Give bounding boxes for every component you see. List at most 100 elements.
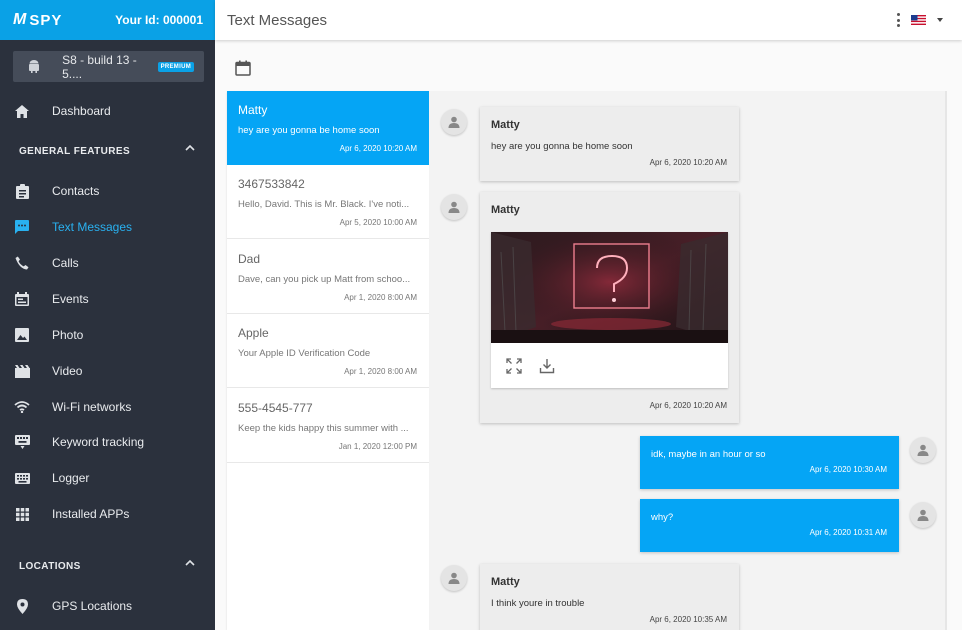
message-time: Apr 6, 2020 10:20 AM (649, 401, 727, 410)
sidebar-item-contacts[interactable]: Contacts (0, 173, 215, 209)
top-bar: Text Messages (215, 0, 962, 40)
sidebar-item-label: Keyword tracking (52, 435, 145, 449)
sidebar-item-label: Contacts (52, 184, 100, 198)
sidebar-item-label: GPS Locations (52, 599, 133, 613)
sidebar-item-calls[interactable]: Calls (0, 245, 215, 281)
message-time: Apr 6, 2020 10:20 AM (649, 158, 727, 167)
message-icon (14, 219, 30, 235)
logo-mark: M (13, 11, 28, 28)
sidebar-item-dashboard[interactable]: Dashboard (0, 93, 215, 129)
conversation-preview: Keep the kids happy this summer with ... (238, 423, 409, 434)
message-sender: Matty (491, 119, 520, 131)
more-options-icon[interactable] (896, 13, 900, 27)
home-icon (14, 103, 30, 119)
chevron-up-icon (185, 144, 195, 155)
message-text: idk, maybe in an hour or so (651, 449, 766, 460)
sidebar-item-installed-apps[interactable]: Installed APPs (0, 496, 215, 532)
conversation-preview: Your Apple ID Verification Code (238, 348, 371, 359)
message-text: hey are you gonna be home soon (491, 141, 633, 152)
conversation-name: Apple (238, 326, 269, 340)
sidebar: M SPY Your Id: 000001 S8 - build 13 - 5.… (0, 0, 215, 630)
conversation-name: Dad (238, 252, 261, 266)
message-bubble-incoming: Matty Apr 6, 2020 10:20 AM (480, 192, 739, 423)
chat-scrollbar[interactable] (945, 91, 947, 630)
conversation-item[interactable]: Apple Your Apple ID Verification Code Ap… (227, 314, 429, 388)
device-name: S8 - build 13 - 5.... (62, 52, 137, 81)
sidebar-item-label: Text Messages (52, 220, 133, 234)
conversation-time: Apr 1, 2020 8:00 AM (344, 293, 417, 302)
conversation-item[interactable]: Matty hey are you gonna be home soon Apr… (227, 91, 429, 165)
conversation-name: 3467533842 (238, 177, 305, 191)
mspy-logo[interactable]: M SPY (13, 11, 62, 29)
fullscreen-icon[interactable] (506, 358, 522, 374)
date-filter-calendar-icon[interactable] (235, 60, 251, 76)
conversation-time: Apr 5, 2020 10:00 AM (339, 218, 417, 227)
contact-avatar (441, 109, 467, 135)
conversation-time: Jan 1, 2020 12:00 PM (338, 442, 417, 451)
message-bubble-incoming: Matty hey are you gonna be home soon Apr… (480, 107, 739, 181)
message-bubble-incoming: Matty I think youre in trouble Apr 6, 20… (480, 564, 739, 630)
calendar-icon (14, 291, 30, 307)
sidebar-item-keyword-tracking[interactable]: Keyword tracking (0, 424, 215, 460)
sidebar-item-label: Logger (52, 471, 90, 485)
person-icon (448, 116, 460, 128)
page-title: Text Messages (227, 11, 328, 29)
conversation-item[interactable]: 555-4545-777 Keep the kids happy this su… (227, 389, 429, 463)
locations-header[interactable]: LOCATIONS (0, 551, 215, 581)
brand-bar: M SPY Your Id: 000001 (0, 0, 215, 40)
image-attachment[interactable] (491, 232, 728, 388)
conversation-list: Matty hey are you gonna be home soon Apr… (227, 91, 429, 630)
logo-text: SPY (29, 11, 63, 29)
sidebar-item-photo[interactable]: Photo (0, 317, 215, 353)
message-text: why? (651, 512, 674, 523)
sidebar-item-logger[interactable]: Logger (0, 460, 215, 496)
android-icon (27, 60, 40, 74)
us-flag-icon[interactable] (911, 15, 926, 25)
message-time: Apr 6, 2020 10:30 AM (809, 465, 887, 474)
conversation-time: Apr 6, 2020 10:20 AM (339, 144, 417, 153)
conversation-name: Matty (238, 103, 268, 117)
person-icon (448, 201, 460, 213)
apps-grid-icon (14, 506, 30, 522)
general-features-header[interactable]: GENERAL FEATURES (0, 136, 215, 166)
photo-icon (14, 327, 30, 343)
conversation-item[interactable]: Dad Dave, can you pick up Matt from scho… (227, 240, 429, 314)
person-icon (917, 444, 929, 456)
sidebar-item-events[interactable]: Events (0, 281, 215, 317)
chevron-up-icon (185, 559, 195, 570)
section-label: GENERAL FEATURES (19, 145, 131, 157)
message-sender: Matty (491, 576, 520, 588)
contact-avatar (441, 194, 467, 220)
user-id: Your Id: 000001 (115, 13, 203, 27)
message-sender: Matty (491, 204, 520, 216)
message-bubble-outgoing: idk, maybe in an hour or so Apr 6, 2020 … (640, 436, 899, 489)
user-avatar (910, 437, 936, 463)
message-time: Apr 6, 2020 10:35 AM (649, 615, 727, 624)
contact-avatar (441, 565, 467, 591)
message-bubble-outgoing: why? Apr 6, 2020 10:31 AM (640, 499, 899, 552)
conversation-preview: Hello, David. This is Mr. Black. I've no… (238, 199, 410, 210)
language-dropdown-caret-icon[interactable] (937, 18, 943, 22)
sidebar-item-label: Calls (52, 256, 79, 270)
sidebar-item-gps-locations[interactable]: GPS Locations (0, 588, 215, 624)
conversation-preview: Dave, can you pick up Matt from schoo... (238, 274, 411, 285)
person-icon (448, 572, 460, 584)
section-label: LOCATIONS (19, 560, 81, 572)
phone-icon (14, 255, 30, 271)
message-time: Apr 6, 2020 10:31 AM (809, 528, 887, 537)
conversation-preview: hey are you gonna be home soon (238, 125, 380, 136)
download-icon[interactable] (539, 358, 555, 374)
sidebar-item-wifi-networks[interactable]: Wi-Fi networks (0, 389, 215, 425)
conversation-item[interactable]: 3467533842 Hello, David. This is Mr. Bla… (227, 165, 429, 239)
device-selector[interactable]: S8 - build 13 - 5.... PREMIUM (13, 51, 204, 82)
sidebar-item-text-messages[interactable]: Text Messages (0, 209, 215, 245)
contacts-icon (14, 183, 30, 199)
sidebar-item-label: Dashboard (52, 104, 111, 118)
sidebar-item-video[interactable]: Video (0, 353, 215, 389)
message-text: I think youre in trouble (491, 598, 585, 609)
keyboard-icon (14, 434, 30, 450)
logger-icon (14, 470, 30, 486)
person-icon (917, 509, 929, 521)
attachment-image[interactable] (491, 232, 728, 343)
sidebar-item-label: Events (52, 292, 89, 306)
